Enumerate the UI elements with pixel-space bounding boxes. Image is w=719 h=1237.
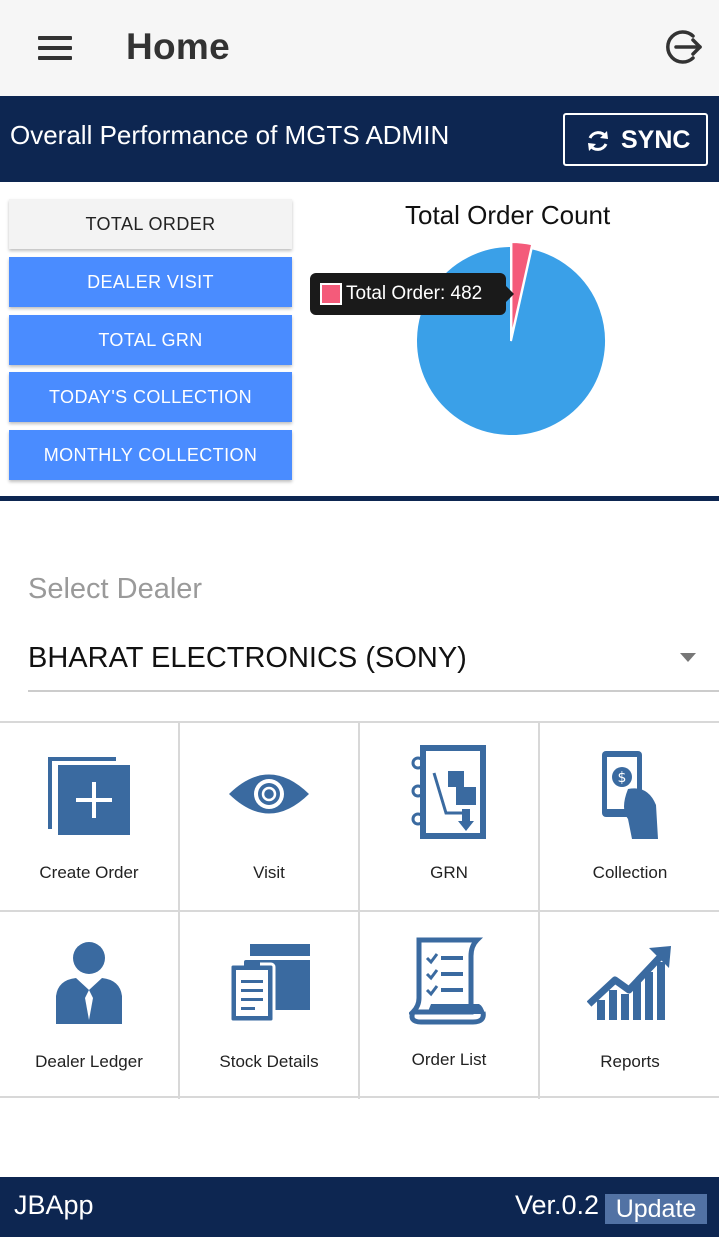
performance-divider [0,496,719,501]
chart-title: Total Order Count [405,200,611,230]
app-version: Ver.0.2 [515,1190,600,1220]
tile-label: Visit [253,863,285,882]
tile-label: Reports [600,1052,660,1071]
tile-label: Stock Details [219,1052,319,1071]
tile-dealer-ledger[interactable]: Dealer Ledger [0,912,180,1099]
svg-text:$: $ [618,770,627,786]
stock-details-icon [228,944,310,1024]
tooltip-arrow [506,286,514,302]
tile-label: GRN [430,863,468,882]
grn-icon [411,745,486,839]
footer-bar: JBApp Ver.0.2 Update [0,1177,719,1237]
tooltip-text: Total Order: 482 [346,283,483,304]
chart-tooltip: Total Order: 482 [310,273,514,315]
total-order-label: TOTAL ORDER [85,213,216,234]
tile-collection[interactable]: $ Collection [540,723,719,910]
collection-icon: $ [602,751,658,839]
dealer-visit-button[interactable]: DEALER VISIT [9,257,292,307]
tile-reports[interactable]: Reports [540,912,719,1099]
update-button[interactable]: Update [605,1194,707,1224]
monthly-collection-label: MONTHLY COLLECTION [43,444,258,465]
app-root: Home Overall Performance of MGTS ADMIN S… [0,0,719,1237]
total-order-button[interactable]: TOTAL ORDER [9,199,292,249]
dealer-select[interactable]: BHARAT ELECTRONICS (SONY) [28,630,719,692]
dropdown-caret-icon [680,653,696,662]
top-app-bar: Home [0,0,719,96]
sync-label: SYNC [621,126,691,154]
page-title: Home [126,26,230,67]
app-name: JBApp [14,1190,94,1220]
total-grn-button[interactable]: TOTAL GRN [9,315,292,365]
tile-create-order[interactable]: Create Order [0,723,180,910]
hamburger-menu-icon[interactable] [36,30,76,66]
order-list-icon [409,937,486,1025]
reports-icon [587,946,671,1020]
tile-order-list[interactable]: Order List [360,912,540,1099]
tooltip-swatch [320,283,342,305]
tile-visit[interactable]: Visit [180,723,360,910]
dealer-ledger-icon [56,942,122,1024]
dealer-select-value: BHARAT ELECTRONICS (SONY) [28,642,467,674]
pie-chart[interactable] [405,240,617,444]
tile-grn[interactable]: GRN [360,723,540,910]
monthly-collection-button[interactable]: MONTHLY COLLECTION [9,430,292,480]
tile-stock-details[interactable]: Stock Details [180,912,360,1099]
performance-title: Overall Performance of MGTS ADMIN [10,120,450,150]
menu-grid: Create Order Visit GRN $ Collection Deal… [0,721,719,1099]
todays-collection-label: TODAY'S COLLECTION [48,386,252,407]
sync-icon [588,131,608,151]
total-grn-label: TOTAL GRN [98,329,203,350]
tile-label: Order List [411,1050,487,1069]
create-order-icon [48,757,130,835]
tile-label: Create Order [39,863,139,882]
tile-label: Collection [592,863,668,882]
dealer-select-label: Select Dealer [28,573,203,605]
dealer-visit-label: DEALER VISIT [87,271,214,292]
logout-icon[interactable] [660,25,704,69]
tile-label: Dealer Ledger [35,1052,143,1071]
sync-button[interactable]: SYNC [563,113,708,166]
eye-icon [229,774,309,814]
todays-collection-button[interactable]: TODAY'S COLLECTION [9,372,292,422]
